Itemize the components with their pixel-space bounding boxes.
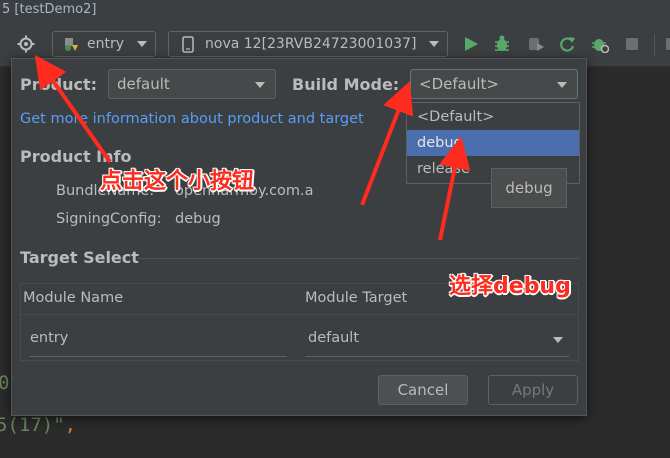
target-settings-icon[interactable] <box>17 35 35 53</box>
apply-changes-icon[interactable] <box>558 35 576 53</box>
module-combo[interactable]: entry <box>52 31 156 57</box>
chevron-down-icon <box>557 82 567 88</box>
device-combo[interactable]: nova 12[23RVB24723001037] <box>168 31 448 57</box>
signing-config-label: SigningConfig: <box>56 211 162 227</box>
debug-icon[interactable] <box>493 35 511 53</box>
chevron-down-icon <box>255 82 265 88</box>
product-select-value: default <box>117 75 170 93</box>
run-icon[interactable] <box>462 35 480 53</box>
table-cell-module: entry <box>30 330 69 346</box>
chevron-down-icon <box>137 41 147 47</box>
window-title: 5 [testDemo2] <box>0 0 670 22</box>
build-mode-select-value: <Default> <box>419 75 499 93</box>
section-divider <box>138 258 579 259</box>
product-select[interactable]: default <box>108 69 276 99</box>
dropdown-option-debug[interactable]: debug <box>407 130 579 156</box>
attach-debugger-icon[interactable] <box>527 35 545 53</box>
toolbar-divider <box>654 34 655 56</box>
apply-button[interactable]: Apply <box>488 375 578 405</box>
column-header-module-name: Module Name <box>23 290 124 306</box>
editor-string: 5(17)" <box>0 414 65 436</box>
device-combo-label: nova 12[23RVB24723001037] <box>205 36 417 52</box>
annotation-select-hint: 选择debug <box>449 274 571 299</box>
target-select-title: Target Select <box>20 248 139 267</box>
module-icon <box>65 38 78 51</box>
editor-code-line: 5(17)", <box>0 414 76 436</box>
profiler-icon[interactable] <box>591 35 609 53</box>
info-link[interactable]: Get more information about product and t… <box>20 111 364 127</box>
cancel-button[interactable]: Cancel <box>378 375 468 405</box>
signing-config-value: debug <box>175 211 221 227</box>
dropdown-option-default[interactable]: <Default> <box>407 104 579 130</box>
cell-underline <box>305 356 569 357</box>
chevron-down-icon <box>429 41 439 47</box>
module-target-select[interactable]: default <box>308 330 359 346</box>
editor-comma: , <box>64 414 77 436</box>
phone-icon <box>182 36 194 53</box>
stop-icon[interactable] <box>623 35 641 53</box>
option-tooltip: debug <box>491 168 567 208</box>
column-header-module-target: Module Target <box>305 290 408 306</box>
build-mode-select[interactable]: <Default> <box>410 69 578 99</box>
more-icon[interactable] <box>660 35 670 53</box>
build-mode-label: Build Mode: <box>292 75 400 94</box>
annotation-click-hint: 点击这个小按钮 <box>100 169 255 194</box>
table-header-divider <box>21 314 578 315</box>
cell-underline <box>29 356 287 357</box>
product-label: Product: <box>20 75 97 94</box>
module-combo-label: entry <box>87 36 125 52</box>
chevron-down-icon[interactable] <box>553 337 563 343</box>
